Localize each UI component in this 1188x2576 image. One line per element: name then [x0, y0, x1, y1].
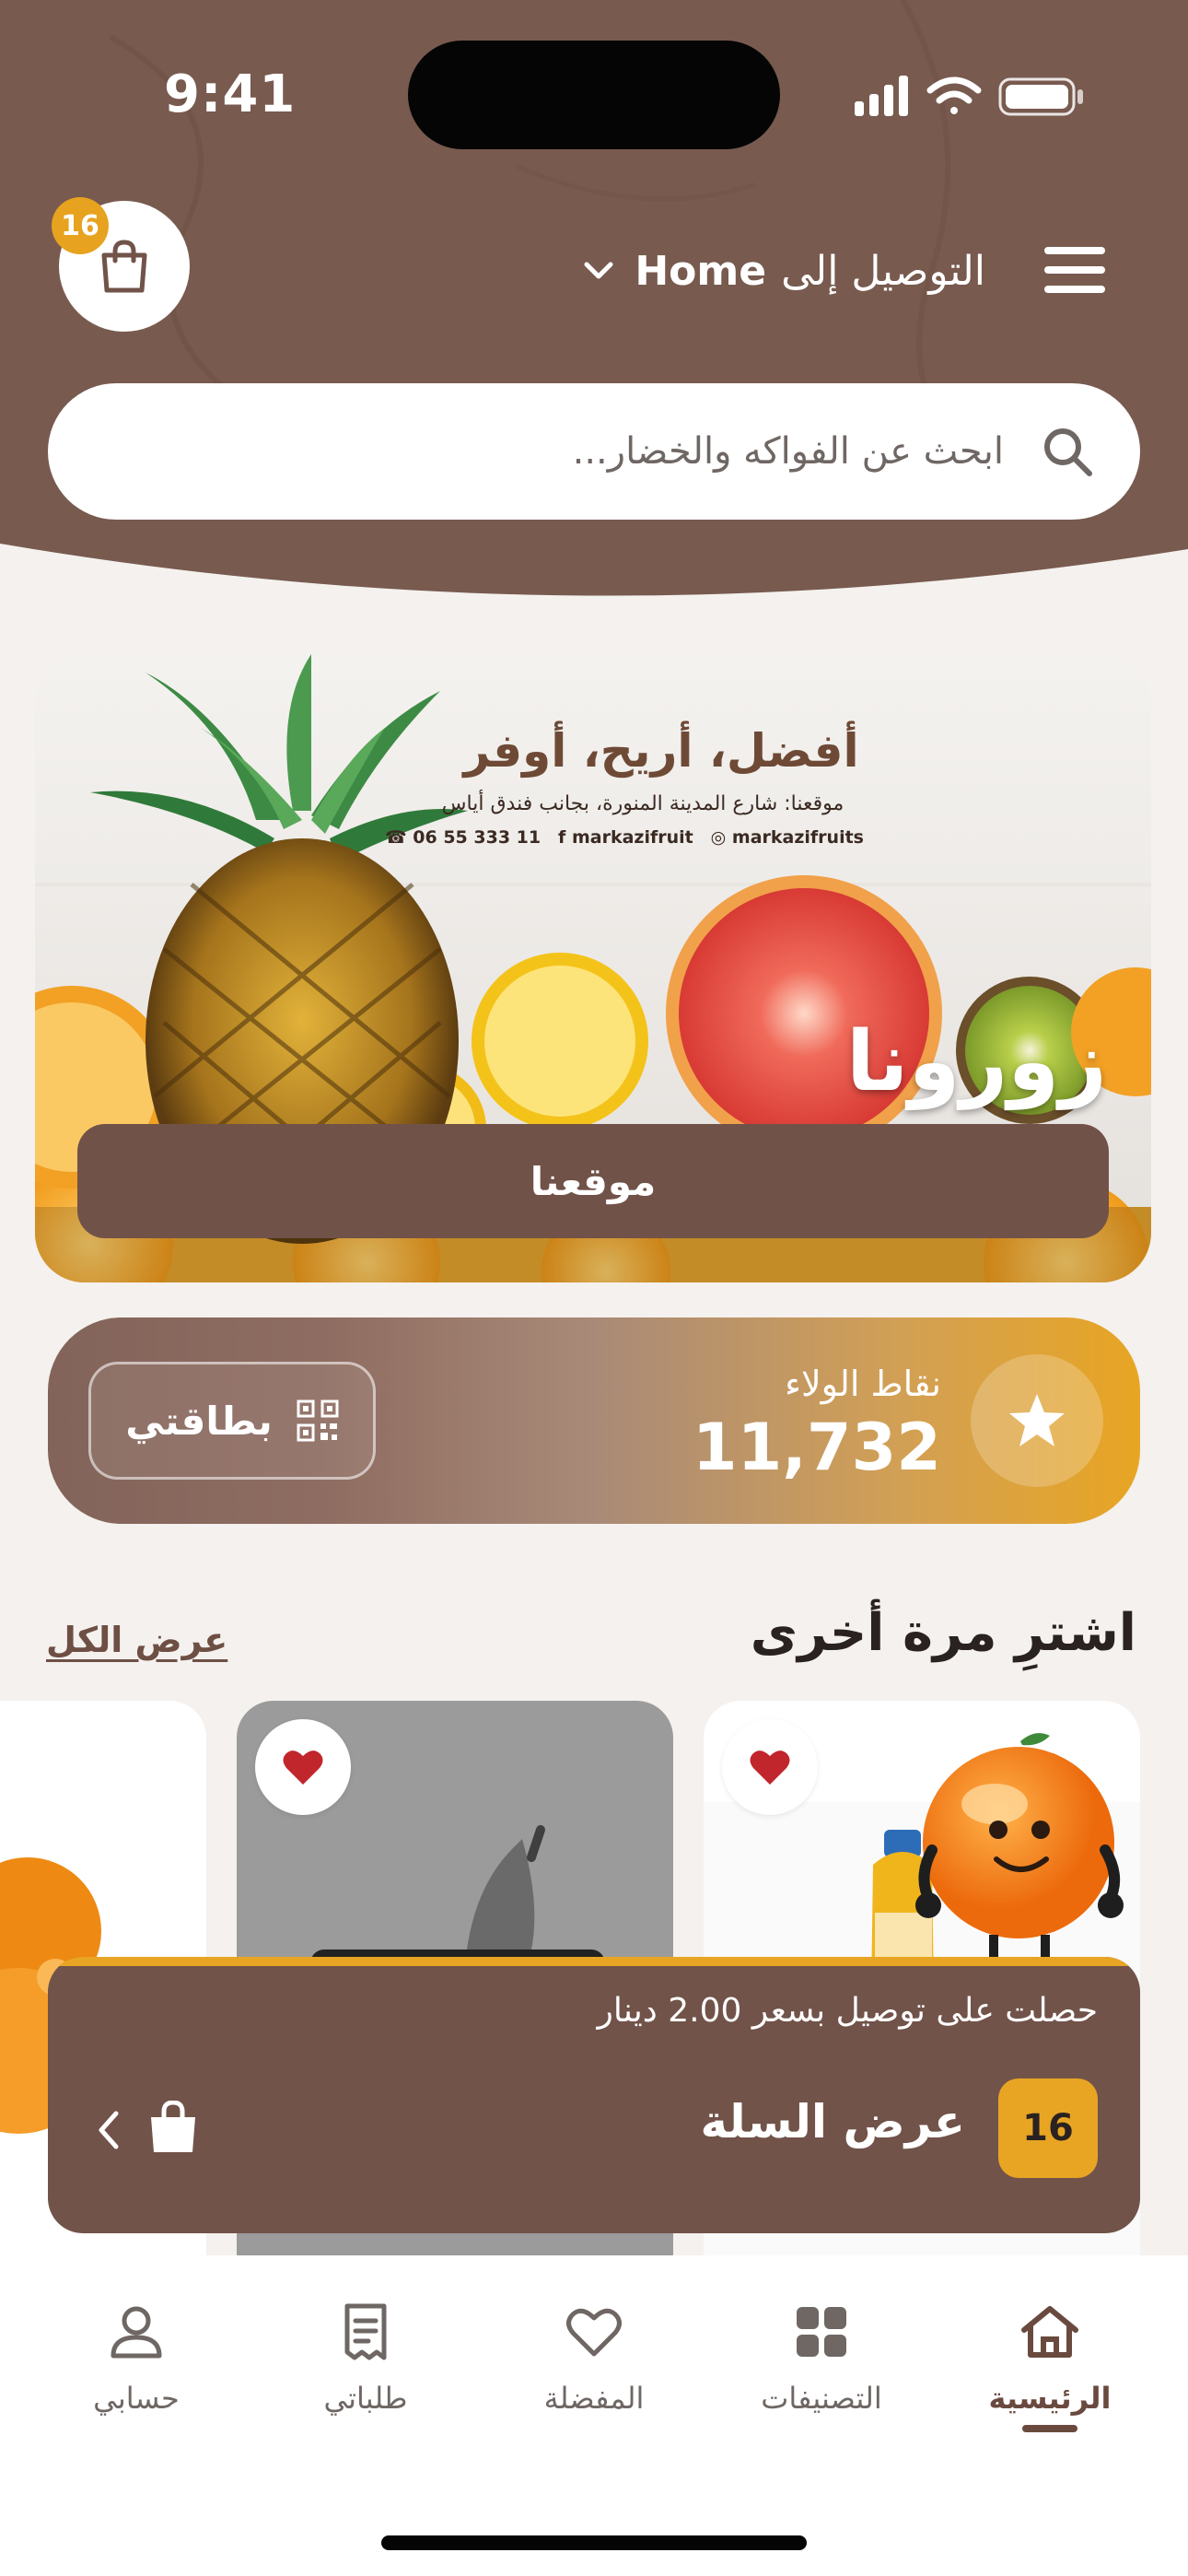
my-card-button[interactable]: بطاقتي [88, 1362, 376, 1480]
tab-favorites[interactable]: المفضلة [502, 2300, 686, 2416]
shopping-bag-icon [151, 2101, 195, 2152]
heart-icon [750, 1751, 790, 1785]
facebook-handle: markazifruit [571, 827, 693, 848]
buy-again-title: اشترِ مرة أخرى [750, 1603, 1136, 1663]
home-icon [958, 2300, 1142, 2364]
delivery-label: التوصيل إلى [781, 247, 985, 295]
cart-summary-bar[interactable]: حصلت على توصيل بسعر 2.00 دينار 16 عرض ال… [48, 1957, 1140, 2233]
tab-home-label: الرئيسية [988, 2381, 1112, 2416]
receipt-icon [274, 2300, 458, 2364]
chevron-down-icon [583, 261, 614, 281]
person-icon [44, 2300, 228, 2364]
cart-item-count: 16 [998, 2078, 1098, 2178]
phone-number: 06 55 333 11 [413, 827, 542, 848]
cart-count-badge: 16 [52, 197, 109, 254]
my-card-label: بطاقتي [125, 1398, 273, 1444]
search-icon [1044, 428, 1092, 476]
search-placeholder: ابحث عن الفواكه والخضار... [572, 430, 1004, 473]
banner-contacts: ☎ 06 55 333 11 f markazifruit ◎ markazif… [385, 827, 864, 848]
banner-location: موقعنا: شارع المدينة المنورة، بجانب فندق… [441, 792, 844, 815]
status-time: 9:41 [164, 64, 297, 124]
chevron-left-icon[interactable] [96, 2110, 122, 2150]
facebook-icon: f [558, 827, 566, 848]
heart-icon [283, 1751, 323, 1785]
loyalty-star-badge [971, 1354, 1103, 1487]
tab-home[interactable]: الرئيسية [958, 2300, 1142, 2432]
loyalty-points: 11,732 [692, 1410, 941, 1485]
promo-banner[interactable]: أفضل، أريح، أوفر موقعنا: شارع المدينة ال… [35, 654, 1151, 1282]
favorite-button[interactable] [255, 1719, 351, 1815]
facebook-contact: f markazifruit [558, 827, 693, 848]
home-indicator [381, 2535, 807, 2550]
tab-favorites-label: المفضلة [543, 2381, 645, 2416]
banner-tagline: أفضل، أريح، أوفر [463, 724, 859, 778]
menu-icon[interactable] [1044, 247, 1105, 293]
instagram-contact: ◎ markazifruits [711, 827, 864, 848]
view-cart-button[interactable]: عرض السلة [701, 2095, 965, 2149]
tab-account[interactable]: حسابي [44, 2300, 228, 2416]
location-button[interactable]: موقعنا [77, 1124, 1109, 1238]
signal-icon [855, 76, 908, 116]
active-tab-indicator [1022, 2425, 1077, 2432]
banner-visit-title: زورونا [845, 1013, 1107, 1110]
loyalty-label: نقاط الولاء [785, 1364, 941, 1404]
grid-icon [729, 2300, 914, 2364]
phone-contact: ☎ 06 55 333 11 [385, 827, 542, 848]
qr-code-icon [297, 1399, 339, 1442]
tab-categories[interactable]: التصنيفات [729, 2300, 914, 2416]
bottom-tab-bar: الرئيسية التصنيفات المفضلة طلباتي حسابي [0, 2255, 1188, 2576]
status-icons [855, 76, 1083, 116]
delivery-location-selector[interactable]: التوصيل إلى Home [583, 241, 985, 300]
instagram-handle: markazifruits [731, 827, 864, 848]
delivery-fee-message: حصلت على توصيل بسعر 2.00 دينار [597, 1992, 1098, 2030]
tab-orders-label: طلباتي [323, 2381, 408, 2416]
shopping-bag-icon [101, 240, 147, 293]
loyalty-card[interactable]: نقاط الولاء 11,732 بطاقتي [48, 1317, 1140, 1524]
wifi-icon [926, 76, 982, 114]
star-icon [1009, 1394, 1065, 1446]
search-bar[interactable]: ابحث عن الفواكه والخضار... [48, 383, 1140, 520]
tab-account-label: حسابي [93, 2381, 180, 2416]
delivery-location: Home [635, 247, 767, 295]
header: 9:41 16 التوصيل إلى Home ابحث عن الفواكه… [0, 0, 1188, 608]
battery-icon [998, 77, 1083, 116]
tab-categories-label: التصنيفات [761, 2381, 882, 2416]
cart-bar-accent [48, 1957, 1140, 1966]
favorite-button[interactable] [722, 1719, 818, 1815]
instagram-icon: ◎ [710, 827, 727, 848]
view-all-link[interactable]: عرض الكل [46, 1620, 227, 1660]
orange-mascot-illustration [915, 1733, 1124, 1992]
dynamic-island [408, 41, 780, 149]
tab-orders[interactable]: طلباتي [274, 2300, 458, 2416]
heart-icon [502, 2300, 686, 2364]
